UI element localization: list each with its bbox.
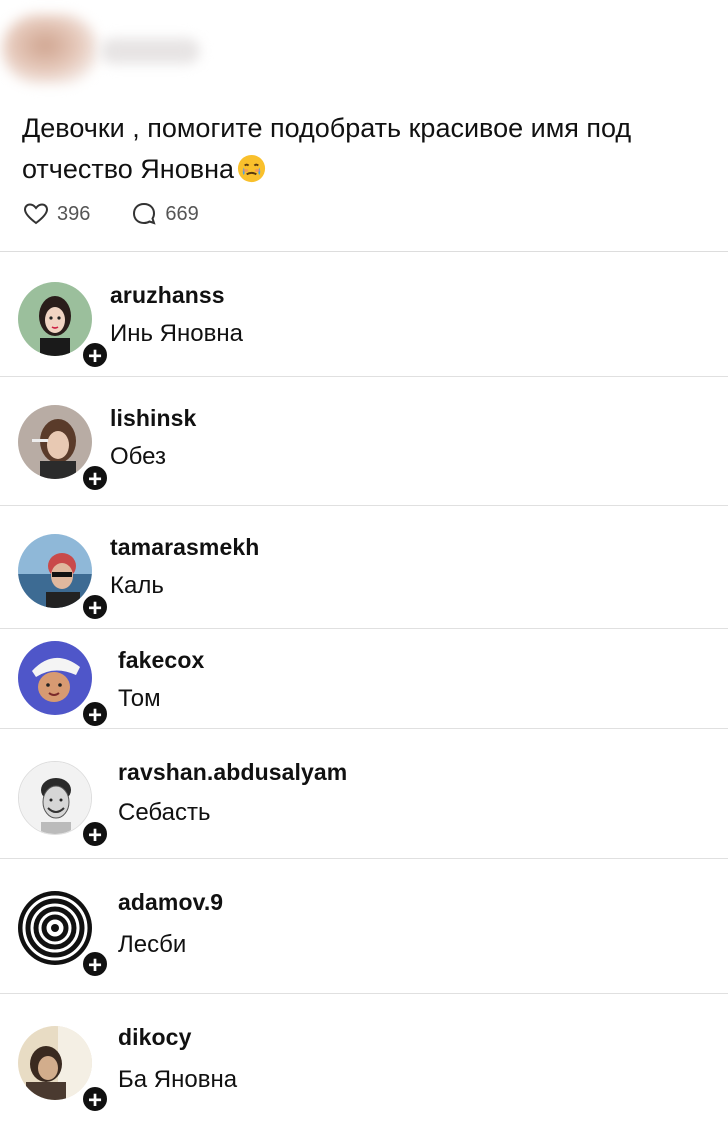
avatar-container: + [18, 534, 110, 622]
comment-text: Себасть [118, 799, 211, 826]
comment-count: 669 [165, 202, 199, 225]
avatar-container: + [18, 761, 110, 849]
post-text: Девочки , помогите подобрать красивое им… [22, 108, 712, 190]
comment-username[interactable]: lishinsk [110, 405, 196, 432]
list-item: + ravshan.abdusalyam Себасть [0, 729, 728, 859]
list-item: + lishinsk Обез [0, 377, 728, 506]
list-item: + adamov.9 Лесби [0, 859, 728, 994]
follow-plus-icon[interactable]: + [80, 592, 110, 622]
avatar-container: + [18, 405, 110, 493]
comment-text: Том [118, 685, 161, 712]
comment-username[interactable]: tamarasmekh [110, 534, 259, 561]
avatar[interactable] [18, 405, 92, 479]
author-name-blurred[interactable] [100, 38, 200, 64]
avatar-container: + [18, 1026, 110, 1114]
avatar[interactable] [18, 641, 92, 715]
post-header [0, 0, 728, 100]
comment-button[interactable]: 669 [130, 200, 199, 228]
list-item: + tamarasmekh Каль [0, 506, 728, 629]
comment-text: Обез [110, 443, 166, 470]
comment-text: Каль [110, 572, 164, 599]
list-item: + fakecox Том [0, 629, 728, 729]
avatar-container: + [18, 641, 110, 729]
avatar[interactable] [18, 891, 92, 965]
post-text-content: Девочки , помогите подобрать красивое им… [22, 113, 632, 184]
comment-username[interactable]: fakecox [118, 647, 204, 674]
author-avatar-blurred[interactable] [2, 14, 98, 84]
follow-plus-icon[interactable]: + [80, 949, 110, 979]
follow-plus-icon[interactable]: + [80, 699, 110, 729]
post-stats: 396 669 [22, 199, 239, 229]
comment-text: Инь Яновна [110, 320, 243, 347]
avatar-container: + [18, 282, 110, 370]
follow-plus-icon[interactable]: + [80, 819, 110, 849]
follow-plus-icon[interactable]: + [80, 463, 110, 493]
avatar[interactable] [18, 282, 92, 356]
heart-icon [23, 203, 49, 225]
like-count: 396 [57, 202, 91, 225]
comment-username[interactable]: aruzhanss [110, 282, 225, 309]
avatar[interactable] [18, 534, 92, 608]
list-item: + aruzhanss Инь Яновна [0, 252, 728, 377]
face-holding-back-tears-emoji [237, 154, 266, 183]
comment-text: Лесби [118, 931, 187, 958]
follow-plus-icon[interactable]: + [80, 1084, 110, 1114]
avatar[interactable] [18, 761, 92, 835]
like-button[interactable]: 396 [22, 200, 90, 228]
avatar-container: + [18, 891, 110, 979]
avatar[interactable] [18, 1026, 92, 1100]
speech-bubble-icon [133, 202, 156, 225]
comment-text: Ба Яновна [118, 1066, 238, 1093]
list-item: + dikocy Ба Яновна [0, 994, 728, 1133]
comment-username[interactable]: adamov.9 [118, 889, 223, 916]
follow-plus-icon[interactable]: + [80, 340, 110, 370]
comment-username[interactable]: dikocy [118, 1024, 191, 1051]
comment-username[interactable]: ravshan.abdusalyam [118, 759, 347, 786]
